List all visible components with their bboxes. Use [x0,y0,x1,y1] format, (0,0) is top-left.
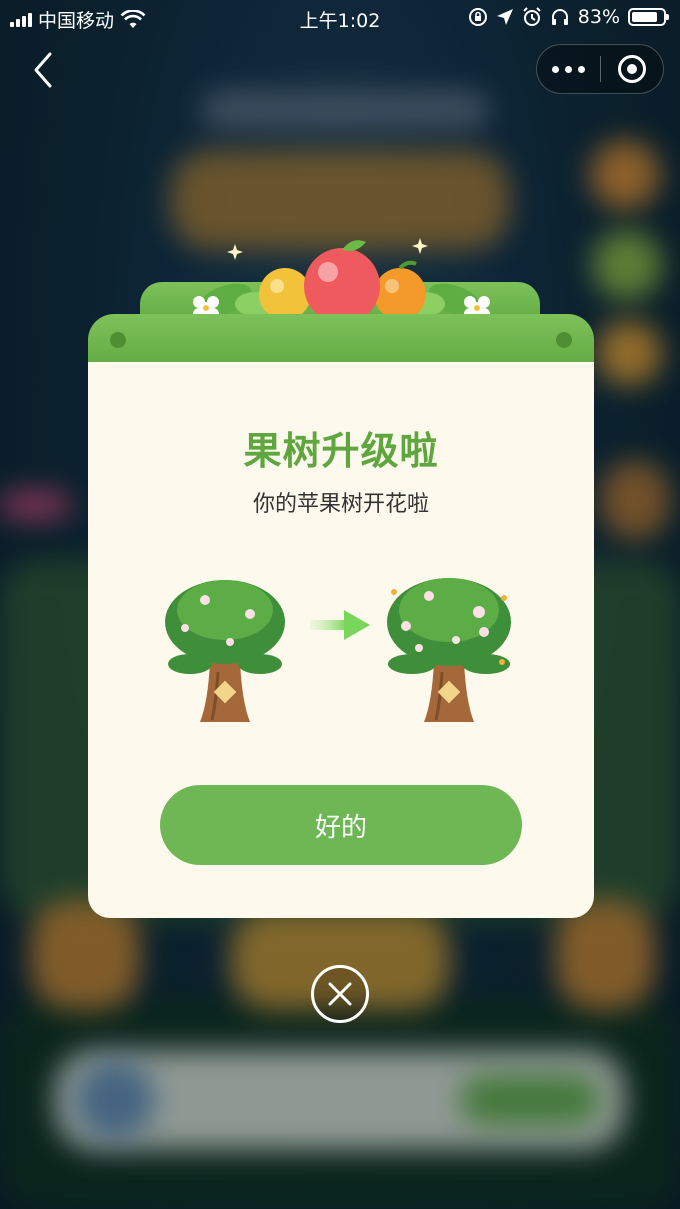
fruit-decoration-icon [193,238,490,322]
close-dialog-button[interactable] [311,965,369,1023]
rivet-icon [556,332,572,348]
rivet-icon [110,332,126,348]
rotation-lock-icon [468,8,487,26]
flowering-tree-icon [387,578,511,722]
miniprogram-capsule [536,44,664,94]
dialog-subtitle: 你的苹果树开花啦 [252,492,429,517]
back-button[interactable] [28,50,60,90]
alarm-icon [523,7,541,26]
close-icon [328,982,352,1006]
tree-icon [165,580,285,722]
dialog-header-bar [88,314,594,366]
location-arrow-icon [496,9,513,25]
chevron-left-icon [34,52,52,88]
headphones-icon [551,9,568,25]
battery-icon [628,8,669,26]
status-bar: 中国移动 上午1:02 83% [0,0,680,34]
battery-percent: 83% [577,6,620,28]
dialog-title: 果树升级啦 [243,429,439,473]
upgrade-dialog: 果树升级啦 你的苹果树开花啦 好的 [88,362,594,918]
close-miniprogram-button[interactable] [601,55,663,83]
more-dots-icon[interactable] [537,65,600,73]
target-circle-icon [617,55,646,83]
arrow-right-icon [310,610,370,640]
ok-button[interactable]: 好的 [160,785,522,865]
